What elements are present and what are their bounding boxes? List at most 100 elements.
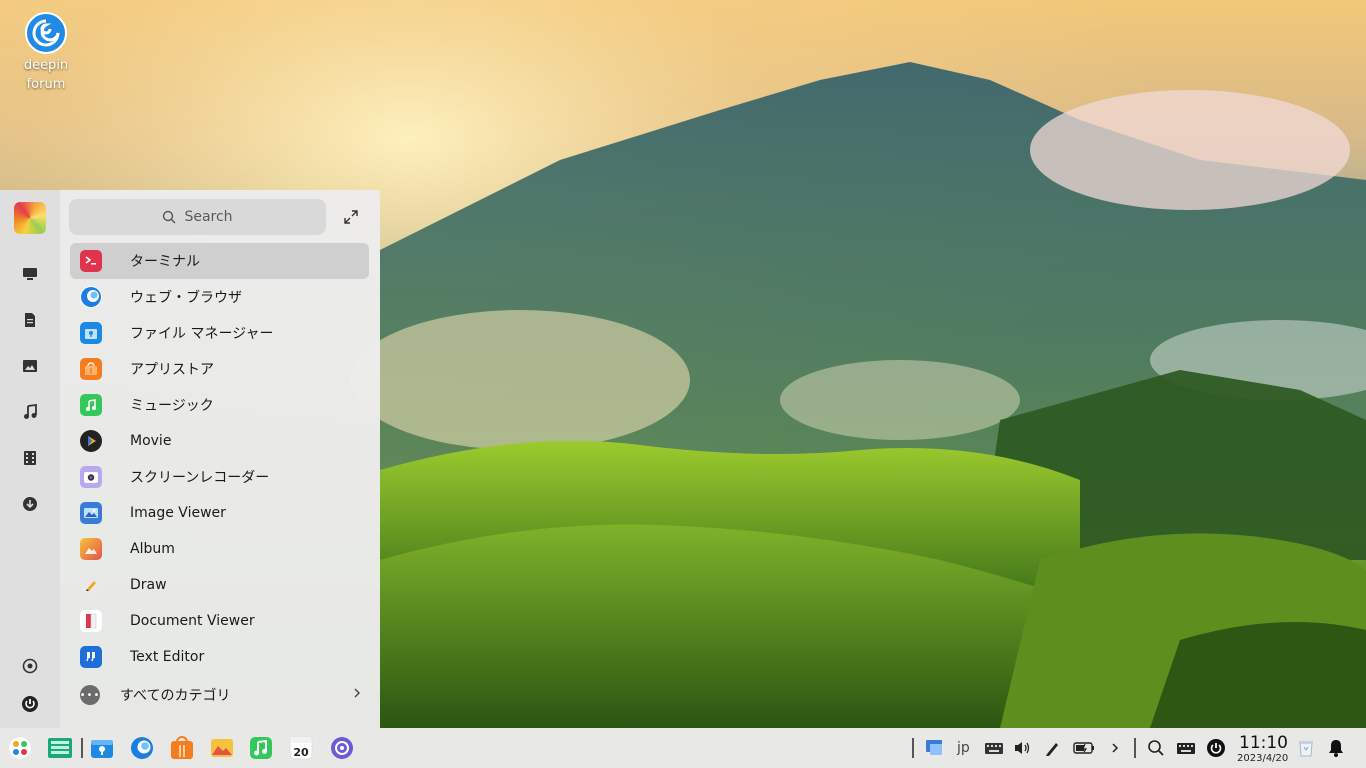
- app-item-screen-recorder[interactable]: スクリーンレコーダー: [70, 459, 369, 495]
- taskbar-album[interactable]: [210, 736, 234, 760]
- image-viewer-icon: [80, 502, 102, 524]
- app-item-draw[interactable]: Draw: [70, 567, 369, 603]
- multitasking-view-button[interactable]: [47, 736, 73, 760]
- album-icon: [211, 739, 233, 757]
- downloads-icon[interactable]: [18, 492, 42, 516]
- all-categories-button[interactable]: ••• すべてのカテゴリ: [80, 684, 370, 706]
- tray-volume[interactable]: [1010, 736, 1034, 760]
- battery-icon: [1073, 742, 1094, 754]
- app-item-label: ミュージック: [130, 398, 214, 414]
- tray-battery[interactable]: [1072, 736, 1096, 760]
- desktop-icon-label-2: forum: [26, 77, 66, 92]
- settings-icon: [331, 737, 353, 759]
- desktop-icon-label: deepin: [23, 58, 69, 73]
- draw-icon: [80, 574, 102, 596]
- app-item-file-manager[interactable]: ファイル マネージャー: [70, 315, 369, 351]
- bell-icon: [1329, 740, 1343, 757]
- app-item-album[interactable]: Album: [70, 531, 369, 567]
- app-item-terminal[interactable]: ターミナル: [70, 243, 369, 279]
- tray-clipboard[interactable]: [922, 736, 946, 760]
- fullscreen-expand-button[interactable]: [340, 206, 362, 228]
- chevron-right-icon: [354, 688, 360, 698]
- control-center-icon[interactable]: [18, 654, 42, 678]
- app-item-browser[interactable]: ウェブ・ブラウザ: [70, 279, 369, 315]
- app-item-label: Movie: [130, 433, 172, 449]
- app-item-label: Text Editor: [130, 649, 205, 665]
- all-categories-label: すべてのカテゴリ: [120, 688, 231, 704]
- tray-power[interactable]: [1204, 736, 1228, 760]
- tray-search[interactable]: [1144, 736, 1168, 760]
- tray-expand-button[interactable]: [1103, 736, 1127, 760]
- power-icon: [1207, 739, 1225, 757]
- volume-icon: [1015, 742, 1030, 754]
- app-item-music[interactable]: ミュージック: [70, 387, 369, 423]
- tray-draw[interactable]: [1041, 736, 1065, 760]
- search-icon: [163, 210, 176, 224]
- tray-notifications[interactable]: [1324, 736, 1348, 760]
- pictures-icon[interactable]: [18, 354, 42, 378]
- album-icon: [80, 538, 102, 560]
- chevron-right-icon: [1112, 743, 1119, 753]
- text-editor-icon: [80, 646, 102, 668]
- app-store-icon: [80, 358, 102, 380]
- taskbar-control-center[interactable]: [330, 736, 354, 760]
- app-item-app-store[interactable]: アプリストア: [70, 351, 369, 387]
- desktop-icon-deepin-forum[interactable]: deepin forum: [14, 12, 78, 94]
- power-icon[interactable]: [18, 692, 42, 716]
- app-item-label: ファイル マネージャー: [130, 326, 274, 342]
- taskbar-calendar[interactable]: 20: [289, 736, 313, 760]
- tray-onscreen-keyboard[interactable]: [982, 736, 1006, 760]
- app-launcher: Search ターミナル ウェブ・ブラウザ ファイル マネージャー アプリストア…: [0, 190, 380, 728]
- app-item-label: ウェブ・ブラウザ: [130, 290, 242, 306]
- app-item-label: スクリーンレコーダー: [130, 470, 270, 486]
- tray-trash[interactable]: [1294, 736, 1318, 760]
- launcher-sidebar: [0, 190, 60, 728]
- movie-icon: [80, 430, 102, 452]
- app-item-text-editor[interactable]: Text Editor: [70, 639, 369, 675]
- input-method-indicator[interactable]: jp: [957, 740, 970, 756]
- launcher-icon: [9, 737, 31, 759]
- music-category-icon[interactable]: [18, 400, 42, 424]
- keyboard-icon: [985, 743, 1003, 754]
- screen-recorder-icon: [80, 466, 102, 488]
- app-list: ターミナル ウェブ・ブラウザ ファイル マネージャー アプリストア ミュージック…: [70, 243, 369, 675]
- videos-icon[interactable]: [18, 446, 42, 470]
- more-icon: •••: [80, 685, 100, 705]
- clock-time[interactable]: 11:10: [1239, 733, 1288, 753]
- calendar-icon: 20: [289, 736, 313, 760]
- clipboard-icon: [926, 740, 942, 755]
- taskbar-music[interactable]: [249, 736, 273, 760]
- document-viewer-icon: [80, 610, 102, 632]
- app-item-image-viewer[interactable]: Image Viewer: [70, 495, 369, 531]
- taskbar: 20 jp 11:10 2023/4/20: [0, 728, 1366, 768]
- deepin-logo-icon: [25, 12, 67, 54]
- app-item-movie[interactable]: Movie: [70, 423, 369, 459]
- app-item-document-viewer[interactable]: Document Viewer: [70, 603, 369, 639]
- music-icon: [80, 394, 102, 416]
- taskbar-browser[interactable]: [130, 736, 154, 760]
- file-manager-icon: [91, 740, 113, 758]
- taskbar-file-manager[interactable]: [90, 736, 114, 760]
- documents-icon[interactable]: [18, 308, 42, 332]
- browser-icon: [131, 737, 153, 759]
- music-icon: [250, 737, 272, 759]
- clock-date[interactable]: 2023/4/20: [1237, 753, 1288, 764]
- user-avatar[interactable]: [14, 202, 46, 234]
- browser-icon: [80, 286, 102, 308]
- terminal-icon: [80, 250, 102, 272]
- app-item-label: Album: [130, 541, 175, 557]
- app-item-label: Image Viewer: [130, 505, 226, 521]
- launcher-button[interactable]: [8, 736, 32, 760]
- app-store-icon: [171, 736, 193, 759]
- tray-separator: [912, 738, 914, 758]
- computer-icon[interactable]: [18, 262, 42, 286]
- search-input[interactable]: Search: [69, 199, 326, 235]
- taskbar-app-store[interactable]: [170, 736, 194, 760]
- tray-separator-2: [1134, 738, 1136, 758]
- calendar-day: 20: [293, 746, 309, 759]
- tray-keyboard-layout[interactable]: [1174, 736, 1198, 760]
- search-placeholder: Search: [184, 209, 233, 225]
- multitasking-icon: [48, 738, 72, 758]
- trash-icon: [1299, 741, 1313, 757]
- keyboard-layout-icon: [1177, 743, 1195, 754]
